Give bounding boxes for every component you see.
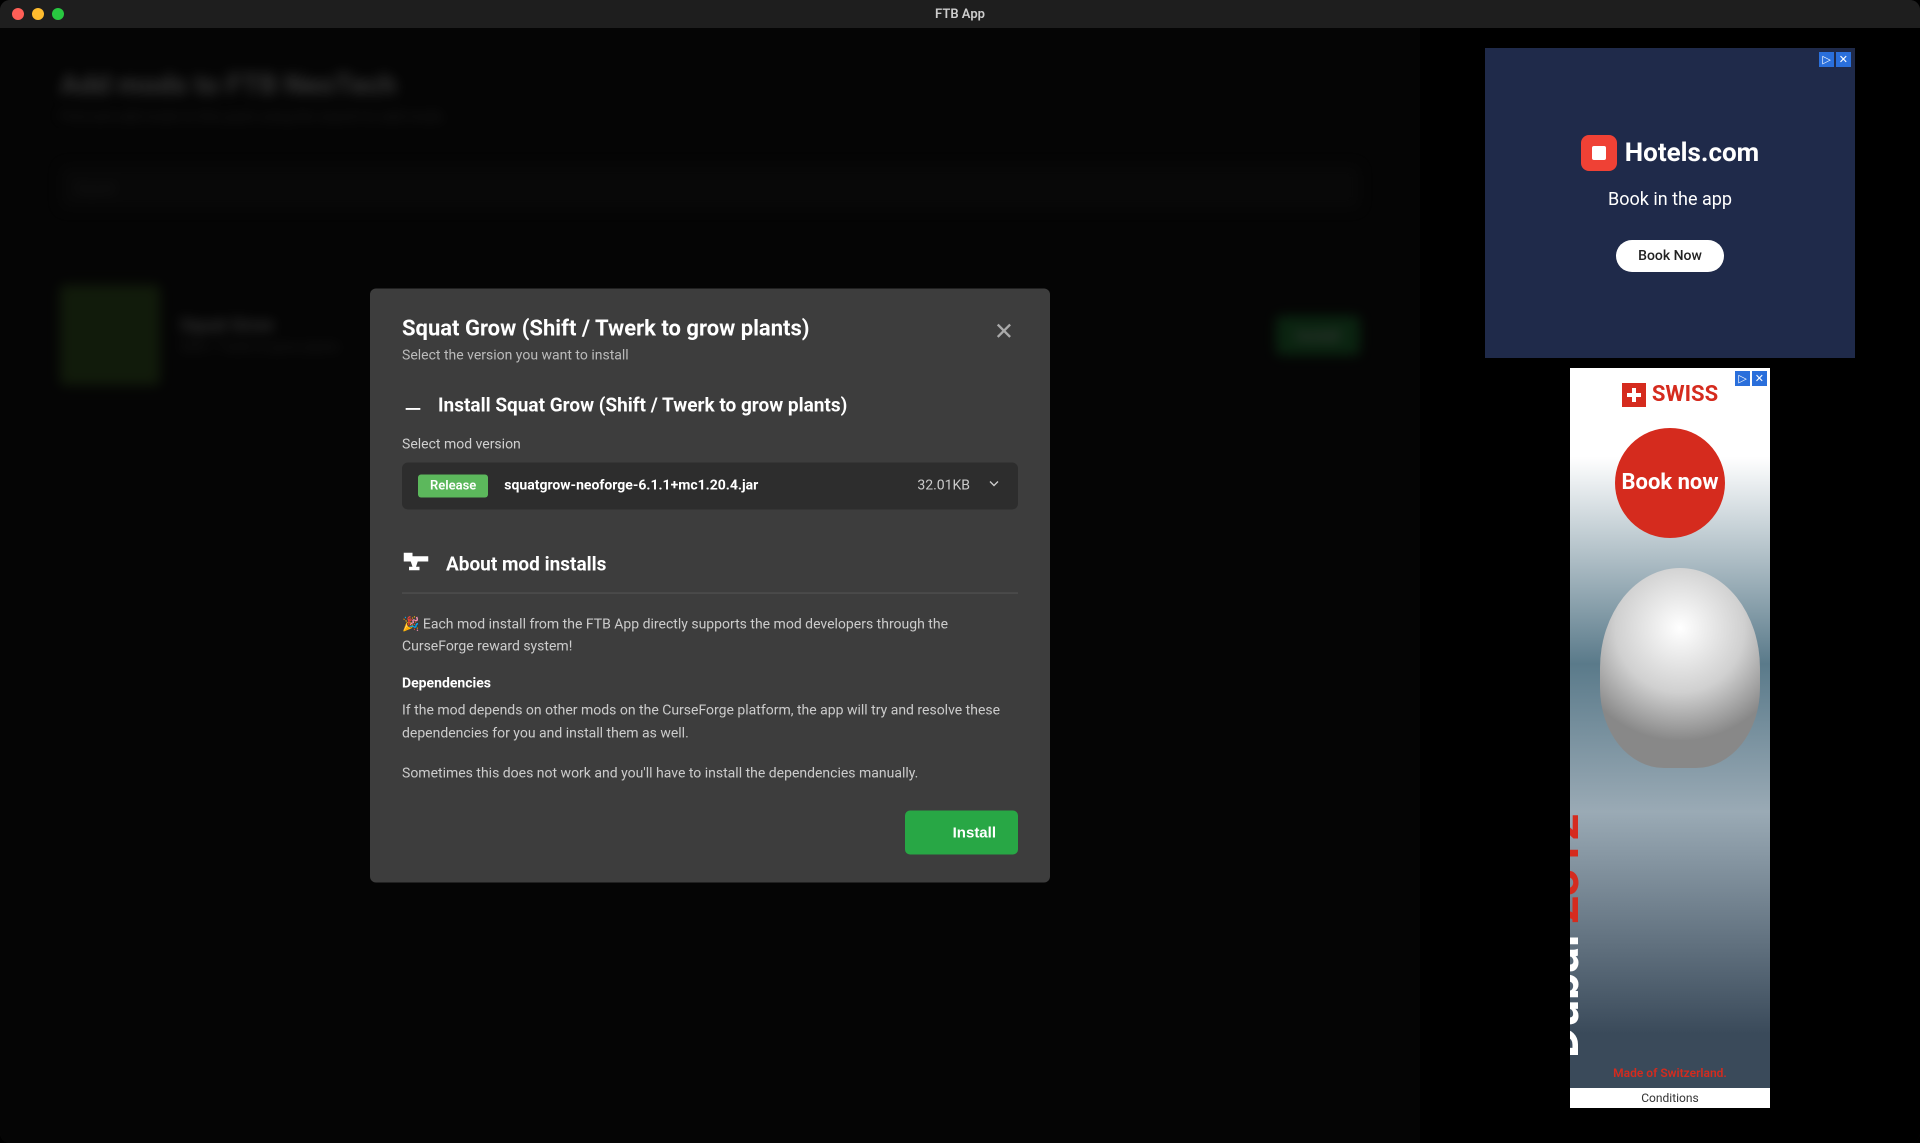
install-section-heading: Install Squat Grow (Shift / Twerk to gro… [402,391,1018,418]
swiss-price: £312 [1570,813,1590,924]
hotels-brand-text: Hotels.com [1625,138,1759,168]
about-heading-text: About mod installs [446,552,606,575]
anvil-icon [402,549,430,578]
dependencies-text-1: If the mod depends on other mods on the … [402,700,1018,745]
modal-subtitle: Select the version you want to install [402,347,810,363]
version-filename: squatgrow-neoforge-6.1.1+mc1.20.4.jar [504,478,901,494]
close-window-button[interactable] [12,8,24,20]
select-version-label: Select mod version [402,436,1018,452]
install-heading-text: Install Squat Grow (Shift / Twerk to gro… [438,393,847,416]
swiss-cta-circle[interactable]: Book now [1615,428,1725,538]
install-button-label: Install [953,824,996,841]
download-icon [927,823,943,843]
ad-hotels[interactable]: ▷✕ Hotels.com Book in the app Book Now [1485,48,1855,358]
swiss-cross-icon [1622,383,1646,407]
about-section-heading: About mod installs [402,549,1018,578]
hotels-logo: Hotels.com [1581,135,1759,171]
swiss-logo: SWISS [1570,382,1770,407]
modal-title: Squat Grow (Shift / Twerk to grow plants… [402,316,810,341]
about-info-text: 🎉 Each mod install from the FTB App dire… [402,613,1018,658]
hotels-cta-button[interactable]: Book Now [1616,240,1724,272]
divider [402,592,1018,593]
version-dropdown[interactable]: Release squatgrow-neoforge-6.1.1+mc1.20.… [402,462,1018,509]
hotels-icon [1581,135,1617,171]
ad-sidebar: ▷✕ Hotels.com Book in the app Book Now ▷… [1420,28,1920,1143]
install-modal: Squat Grow (Shift / Twerk to grow plants… [370,288,1050,883]
minimize-window-button[interactable] [32,8,44,20]
install-button[interactable]: Install [905,811,1018,855]
hotels-tagline: Book in the app [1608,189,1732,210]
airplane-engine-image [1600,568,1760,768]
swiss-conditions-link[interactable]: Conditions [1570,1088,1770,1108]
download-icon [402,391,424,418]
maximize-window-button[interactable] [52,8,64,20]
ad-swiss[interactable]: ▷✕ SWISS Book now Dubai £312 Made of Swi… [1570,368,1770,1108]
window-title: FTB App [935,7,985,22]
swiss-tagline: Made of Switzerland. [1570,1066,1770,1080]
dependencies-text-2: Sometimes this does not work and you'll … [402,763,1018,785]
swiss-destination: Dubai [1570,935,1590,1058]
close-icon[interactable]: ✕ [990,316,1018,348]
swiss-brand-text: SWISS [1652,382,1718,407]
window-titlebar: FTB App [0,0,1920,28]
dependencies-heading: Dependencies [402,676,1018,692]
version-size: 32.01KB [917,478,970,494]
chevron-down-icon [986,476,1002,496]
release-badge: Release [418,474,488,497]
adchoices-icon[interactable]: ▷✕ [1819,52,1851,67]
